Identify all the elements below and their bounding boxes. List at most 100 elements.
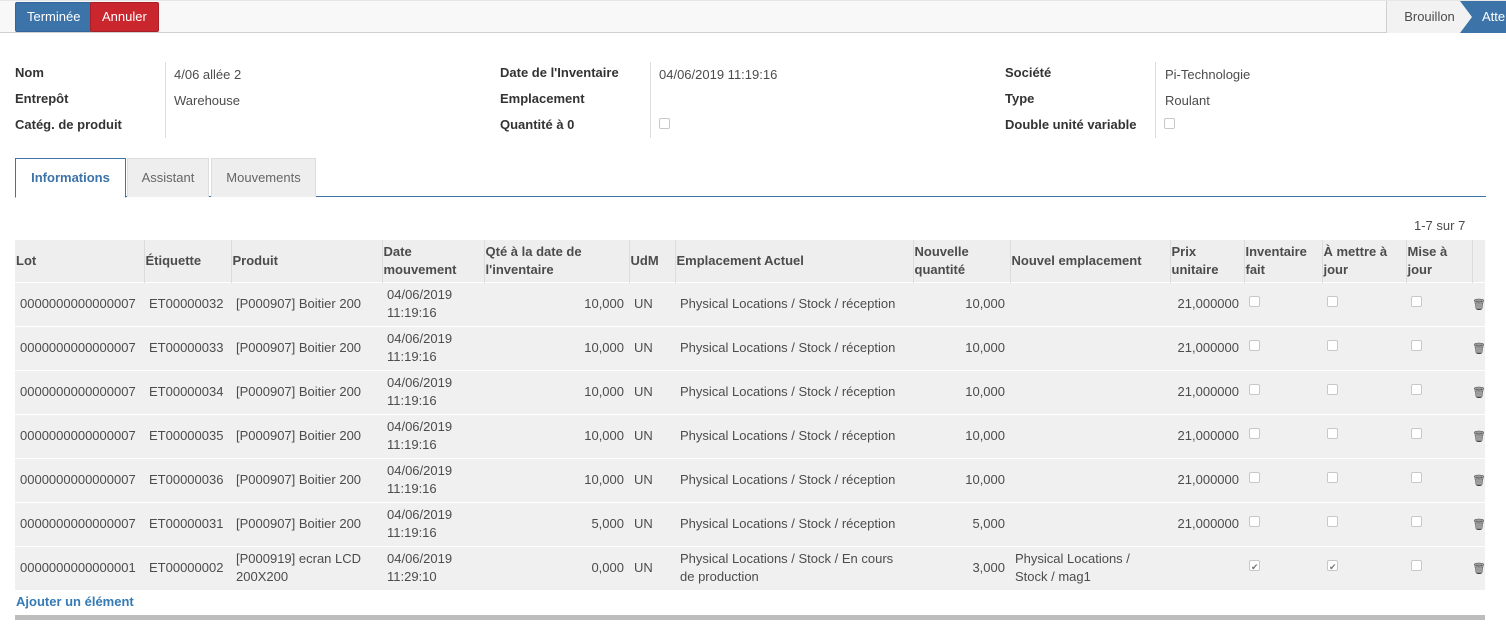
lot-cell[interactable]: 0000000000000001 — [15, 545, 144, 590]
column-header-mise[interactable]: Mise à jour — [1405, 240, 1472, 282]
inventaire-fait-checkbox[interactable] — [1249, 558, 1260, 576]
column-header-nouvel-emplacement[interactable]: Nouvel emplacement — [1009, 240, 1170, 282]
lot-cell[interactable]: 0000000000000007 — [15, 281, 144, 326]
add-line-button[interactable]: Ajouter un élément — [16, 594, 134, 609]
prix-cell[interactable]: 21,000000 — [1170, 413, 1244, 458]
column-header-inventaire-fait[interactable]: Inventaire fait — [1243, 240, 1322, 282]
produit-cell[interactable]: [P000919] ecran LCD 200X200 — [231, 545, 382, 590]
date-cell[interactable]: 04/06/2019 11:19:16 — [382, 369, 484, 414]
column-header-etiquette[interactable]: Étiquette — [143, 240, 231, 282]
column-header-nouvelle-qte[interactable]: Nouvelle quantité — [912, 240, 1010, 282]
done-button[interactable]: Terminée — [15, 2, 93, 32]
mise-a-jour-checkbox[interactable] — [1411, 472, 1422, 483]
qte-cell[interactable]: 10,000 — [484, 413, 629, 458]
column-header-date[interactable]: Date mouvement — [381, 240, 484, 282]
etiquette-cell[interactable]: ET00000031 — [144, 501, 231, 546]
mise-a-jour-checkbox[interactable] — [1411, 428, 1422, 439]
emplacement-cell[interactable]: Physical Locations / Stock / réception — [675, 457, 913, 502]
trash-icon[interactable]: 🗑 — [1472, 299, 1486, 311]
udm-cell[interactable]: UN — [629, 369, 675, 414]
warehouse-link[interactable]: Warehouse — [174, 93, 240, 108]
prix-cell[interactable]: 21,000000 — [1170, 369, 1244, 414]
table-row[interactable]: 0000000000000001 ET00000002 [P000919] ecra… — [15, 545, 1486, 590]
emplacement-cell[interactable]: Physical Locations / Stock / réception — [675, 369, 913, 414]
inventaire-fait-checkbox[interactable] — [1249, 516, 1260, 527]
produit-cell[interactable]: [P000907] Boitier 200 — [231, 325, 382, 370]
date-cell[interactable]: 04/06/2019 11:19:16 — [382, 413, 484, 458]
a-mettre-checkbox[interactable] — [1327, 384, 1338, 395]
qte-cell[interactable]: 10,000 — [484, 457, 629, 502]
date-cell[interactable]: 04/06/2019 11:19:16 — [382, 325, 484, 370]
etiquette-cell[interactable]: ET00000035 — [144, 413, 231, 458]
inventaire-fait-checkbox[interactable] — [1249, 296, 1260, 307]
qte-cell[interactable]: 5,000 — [484, 501, 629, 546]
tab-mouvements[interactable]: Mouvements — [211, 158, 316, 197]
etiquette-cell[interactable]: ET00000033 — [144, 325, 231, 370]
nouvel-emplacement-cell[interactable] — [1010, 457, 1170, 502]
etiquette-cell[interactable]: ET00000034 — [144, 369, 231, 414]
emplacement-cell[interactable]: Physical Locations / Stock / réception — [675, 325, 913, 370]
nouvelle-qte-cell[interactable]: 5,000 — [913, 501, 1010, 546]
date-cell[interactable]: 04/06/2019 11:19:16 — [382, 501, 484, 546]
nouvel-emplacement-cell[interactable]: Physical Locations / Stock / mag1 — [1010, 545, 1170, 590]
nouvelle-qte-cell[interactable]: 10,000 — [913, 457, 1010, 502]
trash-icon[interactable]: 🗑 — [1472, 387, 1486, 399]
udm-cell[interactable]: UN — [629, 457, 675, 502]
date-cell[interactable]: 04/06/2019 11:19:16 — [382, 457, 484, 502]
nouvelle-qte-cell[interactable]: 10,000 — [913, 413, 1010, 458]
qte-cell[interactable]: 0,000 — [484, 545, 629, 590]
trash-icon[interactable]: 🗑 — [1472, 563, 1486, 575]
mise-a-jour-checkbox[interactable] — [1411, 560, 1422, 572]
column-header-lot[interactable]: Lot — [15, 240, 144, 282]
horizontal-scrollbar[interactable] — [15, 615, 1485, 620]
table-row[interactable]: 0000000000000007 ET00000036 [P000907] Boit… — [15, 457, 1486, 502]
etiquette-cell[interactable]: ET00000032 — [144, 281, 231, 326]
inventaire-fait-checkbox[interactable] — [1249, 384, 1260, 395]
udm-cell[interactable]: UN — [629, 501, 675, 546]
nouvelle-qte-cell[interactable]: 3,000 — [913, 545, 1010, 590]
trash-icon[interactable]: 🗑 — [1472, 343, 1486, 355]
produit-cell[interactable]: [P000907] Boitier 200 — [231, 457, 382, 502]
etiquette-cell[interactable]: ET00000002 — [144, 545, 231, 590]
mise-a-jour-checkbox[interactable] — [1411, 384, 1422, 395]
zero-quantity-checkbox[interactable] — [659, 118, 670, 129]
tab-informations[interactable]: Informations — [15, 158, 126, 198]
lot-cell[interactable]: 0000000000000007 — [15, 413, 144, 458]
a-mettre-checkbox[interactable] — [1327, 296, 1338, 307]
date-cell[interactable]: 04/06/2019 11:29:10 — [382, 545, 484, 590]
emplacement-cell[interactable]: Physical Locations / Stock / réception — [675, 413, 913, 458]
nouvel-emplacement-cell[interactable] — [1010, 501, 1170, 546]
table-row[interactable]: 0000000000000007 ET00000035 [P000907] Boit… — [15, 413, 1486, 458]
nouvel-emplacement-cell[interactable] — [1010, 325, 1170, 370]
column-header-produit[interactable]: Produit — [230, 240, 382, 282]
nouvelle-qte-cell[interactable]: 10,000 — [913, 369, 1010, 414]
nouvel-emplacement-cell[interactable] — [1010, 413, 1170, 458]
column-header-emplacement[interactable]: Emplacement Actuel — [674, 240, 913, 282]
nouvelle-qte-cell[interactable]: 10,000 — [913, 325, 1010, 370]
udm-cell[interactable]: UN — [629, 325, 675, 370]
udm-cell[interactable]: UN — [629, 413, 675, 458]
prix-cell[interactable]: 21,000000 — [1170, 281, 1244, 326]
double-unit-checkbox[interactable] — [1164, 118, 1175, 129]
mise-a-jour-checkbox[interactable] — [1411, 516, 1422, 527]
column-header-prix[interactable]: Prix unitaire — [1169, 240, 1244, 282]
inventaire-fait-checkbox[interactable] — [1249, 428, 1260, 439]
column-header-udm[interactable]: UdM — [628, 240, 675, 282]
inventaire-fait-checkbox[interactable] — [1249, 340, 1260, 351]
nouvel-emplacement-cell[interactable] — [1010, 281, 1170, 326]
produit-cell[interactable]: [P000907] Boitier 200 — [231, 369, 382, 414]
a-mettre-checkbox[interactable] — [1327, 472, 1338, 483]
produit-cell[interactable]: [P000907] Boitier 200 — [231, 501, 382, 546]
column-header-a-mettre[interactable]: À mettre à jour — [1321, 240, 1406, 282]
mise-a-jour-checkbox[interactable] — [1411, 340, 1422, 351]
etiquette-cell[interactable]: ET00000036 — [144, 457, 231, 502]
tab-assistant[interactable]: Assistant — [127, 158, 209, 197]
lot-cell[interactable]: 0000000000000007 — [15, 369, 144, 414]
nouvel-emplacement-cell[interactable] — [1010, 369, 1170, 414]
produit-cell[interactable]: [P000907] Boitier 200 — [231, 281, 382, 326]
lot-cell[interactable]: 0000000000000007 — [15, 325, 144, 370]
a-mettre-checkbox[interactable] — [1327, 428, 1338, 439]
mise-a-jour-checkbox[interactable] — [1411, 296, 1422, 307]
stage-draft[interactable]: Brouillon — [1386, 1, 1472, 33]
table-row[interactable]: 0000000000000007 ET00000031 [P000907] Boit… — [15, 501, 1486, 546]
